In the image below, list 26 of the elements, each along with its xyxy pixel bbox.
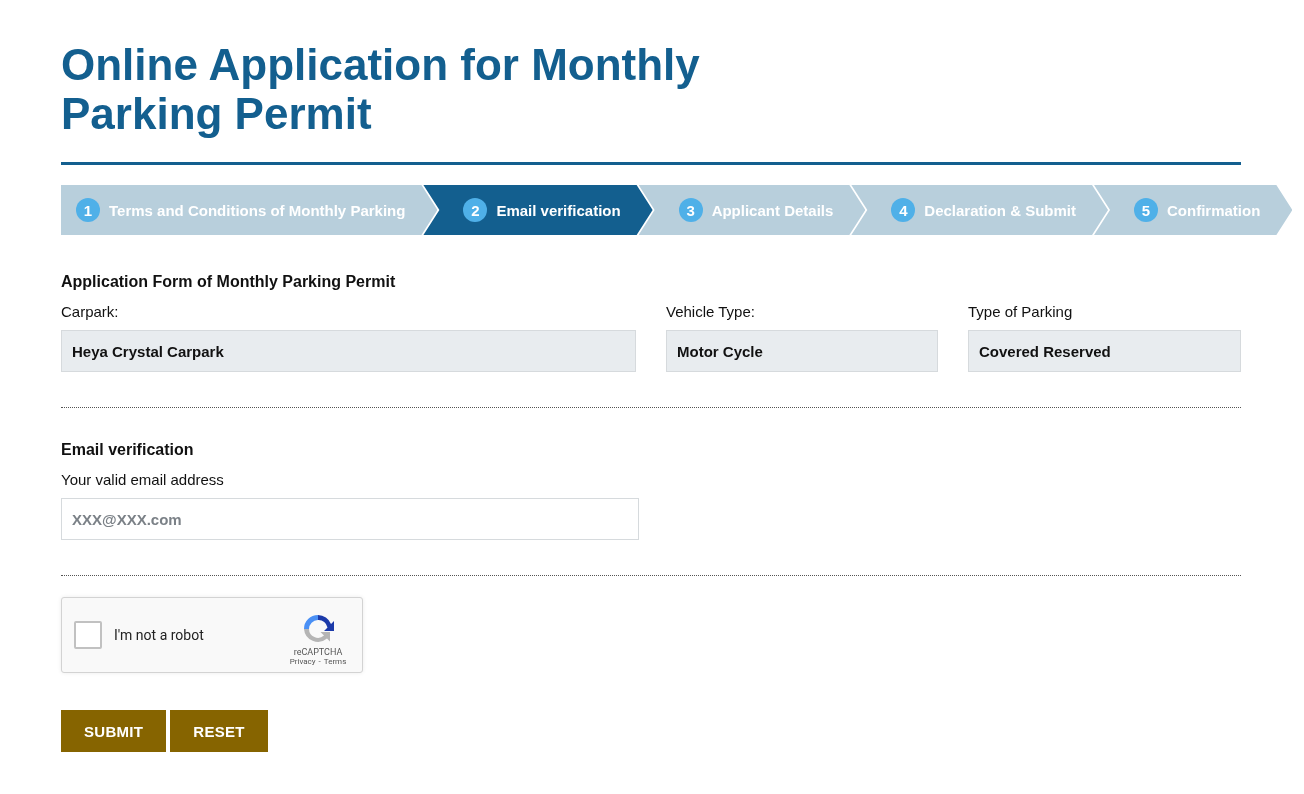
recaptcha-logo-icon — [302, 612, 334, 645]
field-label: Carpark: — [61, 303, 120, 320]
page-title: Online Application for Monthly Parking Permit — [61, 40, 701, 138]
step-number-badge: 3 — [678, 198, 703, 222]
step-tab[interactable]: 2 Email verification — [423, 185, 653, 235]
privacy-link[interactable]: Privacy — [289, 656, 316, 666]
section-heading: Email verification — [61, 441, 195, 459]
captcha-label: I'm not a robot — [114, 627, 205, 643]
readonly-field[interactable]: Motor Cycle — [666, 330, 938, 372]
field-label: Your valid email address — [61, 471, 225, 488]
step-number-badge: 2 — [463, 198, 488, 222]
link-separator: - — [318, 656, 321, 666]
terms-link[interactable]: Terms — [323, 656, 347, 666]
reset-button[interactable]: RESET — [170, 710, 268, 752]
submit-button[interactable]: SUBMIT — [61, 710, 167, 752]
email-input-field[interactable]: XXX@XXX.com — [61, 498, 639, 540]
readonly-field[interactable]: Heya Crystal Carpark — [61, 330, 636, 372]
step-number-badge: 4 — [891, 198, 916, 222]
step-number-badge: 5 — [1134, 198, 1159, 222]
section-heading: Application Form of Monthly Parking Permit — [61, 273, 397, 291]
field-label: Type of Parking — [968, 303, 1074, 320]
captcha-checkbox[interactable] — [74, 621, 102, 649]
step-number-badge: 1 — [76, 198, 100, 222]
field-label: Vehicle Type: — [666, 303, 756, 320]
captcha-brand: reCAPTCHA — [293, 646, 343, 657]
readonly-field[interactable]: Covered Reserved — [968, 330, 1241, 372]
